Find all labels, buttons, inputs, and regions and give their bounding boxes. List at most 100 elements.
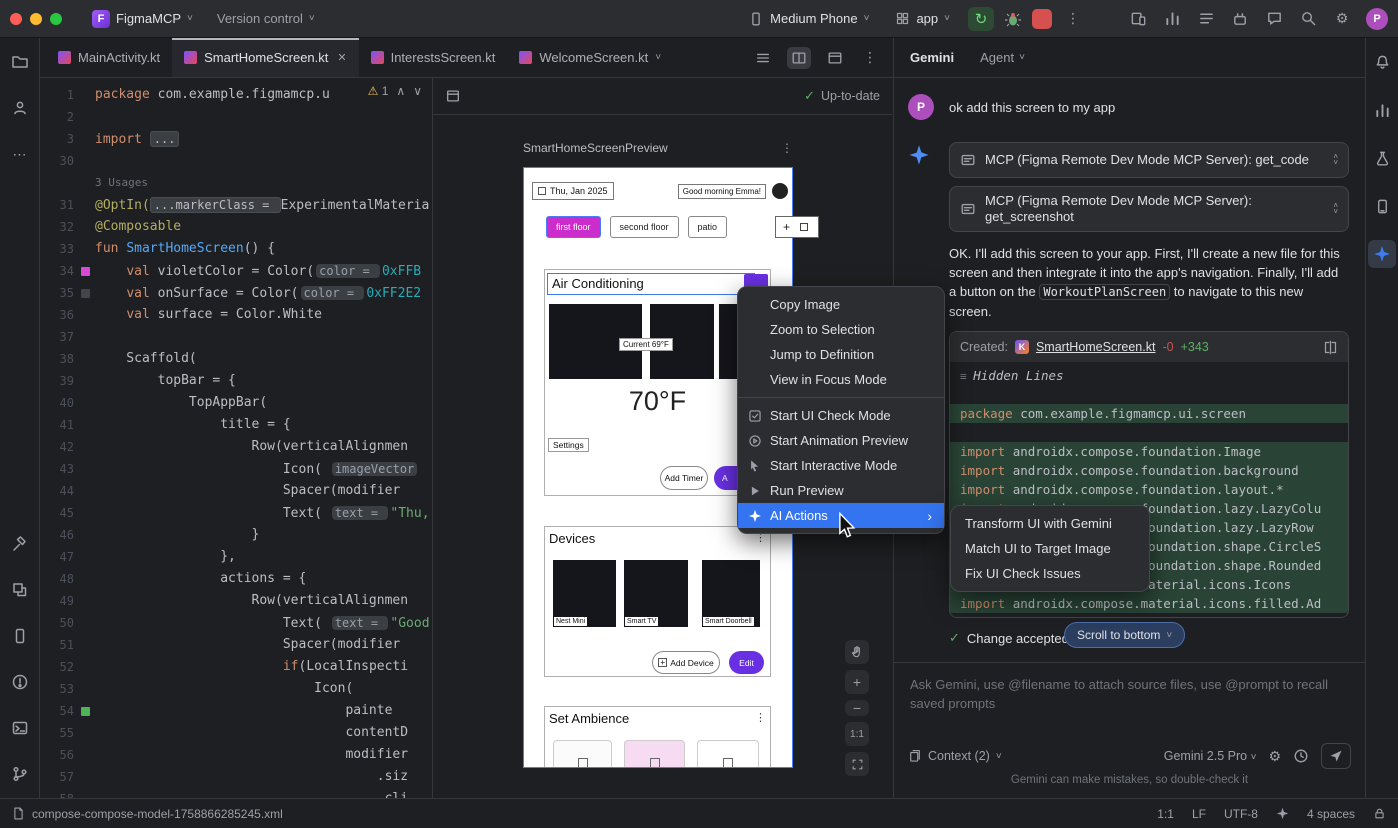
build-tool-button[interactable] [6,530,34,558]
kebab-icon[interactable]: ⋮ [755,711,766,724]
search-icon[interactable] [1298,9,1318,29]
floor-tab-patio[interactable]: patio [688,216,728,238]
tab-gemini[interactable]: Gemini [910,50,954,65]
preview-frame-icon[interactable] [445,88,461,104]
model-selector[interactable]: Gemini 2.5 Pro ˅ [1164,749,1257,763]
preview-options-icon[interactable]: ⋮ [781,141,793,155]
view-split-icon[interactable] [787,47,811,69]
plugins-icon[interactable] [1230,9,1250,29]
terminal-tool-button[interactable] [6,714,34,742]
zoom-in-button[interactable]: + [845,670,869,694]
expand-icon[interactable]: ˄˅ [1333,154,1338,166]
problems-tool-button[interactable] [6,668,34,696]
ambience-tile[interactable] [553,740,612,768]
version-control-tool-button[interactable] [6,760,34,788]
context-selector[interactable]: Context (2) ˅ [908,749,1002,763]
device-tile[interactable]: Smart TV [624,560,688,627]
device-manager-button[interactable] [6,622,34,650]
more-tools-button[interactable]: ⋯ [6,140,34,168]
services-tool-button[interactable] [6,576,34,604]
menu-item-start-animation-preview[interactable]: Start Animation Preview [738,428,944,453]
structure-icon[interactable] [1196,9,1216,29]
device-tile[interactable]: Smart Doorbell [702,560,760,627]
notifications-bell-button[interactable] [1368,48,1396,76]
version-control-menu[interactable]: Version control ˅ [209,7,323,30]
profiler-tool-button[interactable] [1368,96,1396,124]
status-file-name[interactable]: compose-compose-model-1758866285245.xml [32,807,283,821]
debug-button[interactable] [1004,10,1022,28]
chevron-down-icon[interactable]: ˅ [655,52,661,63]
floor-tab-first[interactable]: first floor [546,216,601,238]
expand-icon[interactable]: ˄˅ [1333,203,1338,215]
send-button[interactable] [1321,743,1351,769]
history-icon[interactable] [1293,748,1309,764]
floor-tab-second[interactable]: second floor [610,216,679,238]
menu-item-view-in-focus-mode[interactable]: View in Focus Mode [738,367,944,392]
device-selector[interactable]: Medium Phone ˅ [740,7,877,31]
close-icon[interactable]: ✕ [337,51,346,64]
tab-smarthomescreen[interactable]: SmartHomeScreen.kt ✕ [172,38,358,77]
settings-gear-icon[interactable]: ⚙ [1332,9,1352,29]
menu-item-start-interactive-mode[interactable]: Start Interactive Mode [738,453,944,478]
created-file-link[interactable]: SmartHomeScreen.kt [1036,340,1155,354]
file-encoding[interactable]: UTF-8 [1224,807,1258,821]
project-tool-button[interactable] [6,48,34,76]
tool-call-card[interactable]: MCP (Figma Remote Dev Mode MCP Server): … [949,186,1349,232]
commit-tool-button[interactable] [6,94,34,122]
add-floor-chip-selected[interactable]: + [775,216,819,238]
indent-setting[interactable]: 4 spaces [1307,807,1355,821]
menu-item-zoom-to-selection[interactable]: Zoom to Selection [738,317,944,342]
menu-item-jump-to-definition[interactable]: Jump to Definition [738,342,944,367]
editor-options-icon[interactable]: ⋮ [859,49,881,66]
selection-handle[interactable] [800,223,808,231]
menu-item-run-preview[interactable]: Run Preview [738,478,944,503]
next-problem-icon[interactable]: ∨ [413,84,422,98]
chat-settings-gear-icon[interactable]: ⚙ [1268,748,1281,765]
code-editor[interactable]: 1package com.example.figmamcp.u23import … [40,78,433,798]
menu-item-copy-image[interactable]: Copy Image [738,292,944,317]
gemini-tool-button[interactable] [1368,240,1396,268]
zoom-out-button[interactable]: − [845,700,869,716]
tool-call-card[interactable]: MCP (Figma Remote Dev Mode MCP Server): … [949,142,1349,178]
maximize-window-button[interactable] [50,13,62,25]
line-ending[interactable]: LF [1192,807,1206,821]
insights-tool-button[interactable] [1368,144,1396,172]
lock-icon[interactable] [1373,807,1386,820]
run-config-selector[interactable]: app ˅ [887,7,958,30]
settings-label[interactable]: Settings [548,438,589,452]
tab-welcomescreen[interactable]: WelcomeScreen.kt ˅ [507,38,673,77]
minimize-window-button[interactable] [30,13,42,25]
prev-problem-icon[interactable]: ∧ [396,84,405,98]
ambience-tile[interactable] [624,740,685,768]
close-window-button[interactable] [10,13,22,25]
submenu-item-fix-ui-check-issues[interactable]: Fix UI Check Issues [951,561,1149,586]
inspections-widget[interactable]: ⚠ 1 ∧ ∨ [368,84,422,98]
add-timer-button[interactable]: Add Timer [660,466,708,490]
user-avatar[interactable]: P [1366,8,1388,30]
edit-button[interactable]: Edit [729,651,764,674]
running-devices-button[interactable] [1368,192,1396,220]
more-actions-icon[interactable]: ⋮ [1062,10,1084,27]
device-tile[interactable]: Nest Mini [553,560,616,627]
ambience-tile[interactable] [697,740,759,768]
ai-spark-icon[interactable] [1276,807,1289,820]
submenu-item-transform-ui-with-gemini[interactable]: Transform UI with Gemini [951,511,1149,536]
assistant-chat-icon[interactable] [1264,9,1284,29]
profiler-icon[interactable] [1162,9,1182,29]
project-menu[interactable]: F FigmaMCP ˅ [84,6,201,32]
caret-position[interactable]: 1:1 [1157,807,1174,821]
tab-mainactivity[interactable]: MainActivity.kt [46,38,172,77]
view-code-icon[interactable] [751,47,775,69]
device-mirroring-icon[interactable] [1128,9,1148,29]
zoom-actual-button[interactable]: 1:1 [845,722,869,746]
zoom-fit-button[interactable] [845,752,869,776]
rerun-button[interactable]: ↻ [968,7,994,31]
stop-button[interactable] [1032,9,1052,29]
chat-input[interactable]: Ask Gemini, use @filename to attach sour… [894,662,1365,738]
pan-tool-button[interactable] [845,640,869,664]
view-design-icon[interactable] [823,47,847,69]
diff-icon[interactable] [1323,340,1338,355]
add-device-button[interactable]: +Add Device [652,651,720,674]
submenu-item-match-ui-to-target-image[interactable]: Match UI to Target Image [951,536,1149,561]
agent-dropdown[interactable]: Agent ˅ [980,50,1025,65]
